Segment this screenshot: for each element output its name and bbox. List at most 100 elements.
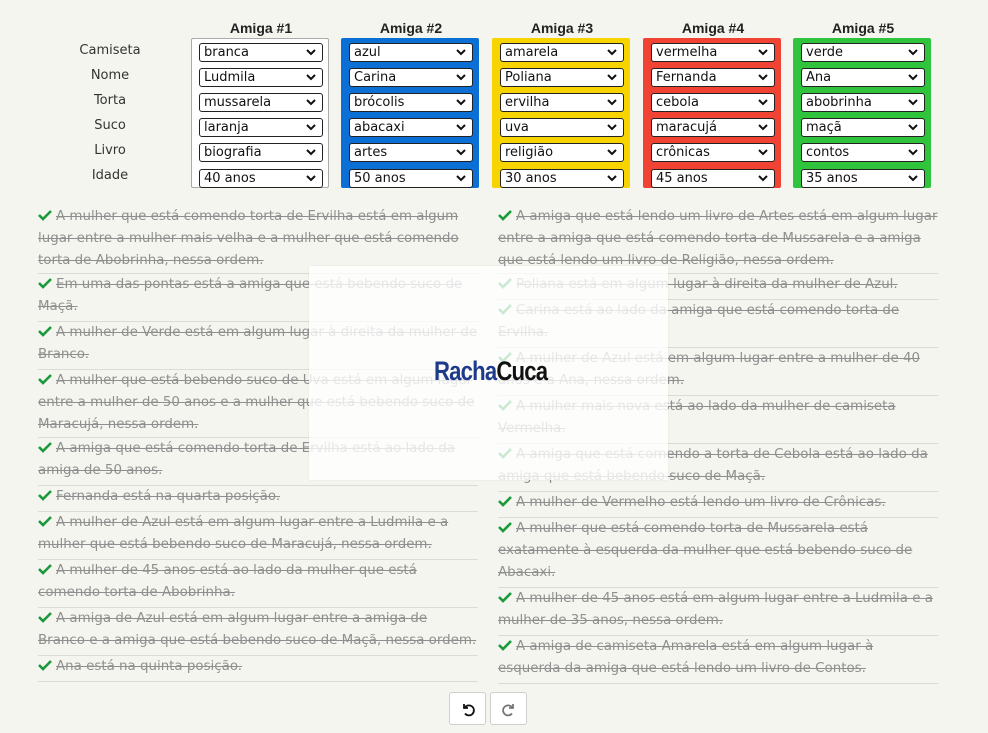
select-value: cebola — [656, 95, 699, 110]
check-icon — [498, 496, 512, 507]
clue-text: A mulher de 45 anos está em algum lugar … — [498, 591, 933, 628]
select-value: maracujá — [656, 120, 717, 135]
check-icon — [38, 490, 52, 501]
select-idade-5[interactable]: 35 anos — [801, 169, 925, 188]
select-camiseta-1[interactable]: branca — [199, 43, 323, 62]
chevron-down-icon — [607, 49, 617, 56]
select-value: biografia — [204, 145, 262, 160]
select-value: 50 anos — [354, 171, 406, 186]
select-livro-3[interactable]: religião — [500, 143, 624, 162]
chevron-down-icon — [306, 99, 316, 106]
clue-item[interactable]: A mulher de Azul está em algum lugar ent… — [38, 512, 478, 560]
check-icon — [38, 210, 52, 221]
select-camiseta-5[interactable]: verde — [801, 43, 925, 62]
chevron-down-icon — [908, 74, 918, 81]
select-value: Ludmila — [204, 70, 256, 85]
clue-item[interactable]: A mulher que está comendo torta de Ervil… — [38, 206, 478, 274]
select-value: Ana — [806, 70, 832, 85]
column-title-5: Amiga #5 — [831, 20, 895, 36]
clue-item[interactable]: A amiga que está lendo um livro de Artes… — [498, 206, 938, 274]
chevron-down-icon — [908, 149, 918, 156]
clue-text: A amiga de Azul está em algum lugar entr… — [38, 611, 477, 648]
select-value: crônicas — [656, 145, 710, 160]
select-value: maçã — [806, 120, 842, 135]
check-icon — [38, 374, 52, 385]
select-suco-5[interactable]: maçã — [801, 118, 925, 137]
select-nome-4[interactable]: Fernanda — [651, 68, 775, 87]
chevron-down-icon — [908, 175, 918, 182]
undo-button[interactable] — [449, 692, 486, 725]
puzzle-grid: Amiga #1 Amiga #2 Amiga #3 Amiga #4 Amiga #5… — [0, 0, 988, 200]
check-icon — [38, 326, 52, 337]
select-livro-1[interactable]: biografia — [199, 143, 323, 162]
select-torta-2[interactable]: brócolis — [349, 93, 473, 112]
check-icon — [38, 442, 52, 453]
select-value: azul — [354, 45, 381, 60]
clue-item[interactable]: A mulher de Vermelho está lendo um livro… — [498, 492, 938, 518]
chevron-down-icon — [456, 74, 466, 81]
select-livro-4[interactable]: crônicas — [651, 143, 775, 162]
select-suco-4[interactable]: maracujá — [651, 118, 775, 137]
select-nome-1[interactable]: Ludmila — [199, 68, 323, 87]
check-icon — [38, 516, 52, 527]
select-livro-2[interactable]: artes — [349, 143, 473, 162]
select-camiseta-4[interactable]: vermelha — [651, 43, 775, 62]
chevron-down-icon — [908, 49, 918, 56]
logo-part-2: Cuca — [496, 356, 548, 386]
select-value: religião — [505, 145, 554, 160]
chevron-down-icon — [456, 99, 466, 106]
select-torta-4[interactable]: cebola — [651, 93, 775, 112]
check-icon — [498, 640, 512, 651]
chevron-down-icon — [456, 124, 466, 131]
clue-item[interactable]: Fernanda está na quarta posição. — [38, 486, 478, 512]
select-suco-3[interactable]: uva — [500, 118, 624, 137]
chevron-down-icon — [607, 99, 617, 106]
select-torta-1[interactable]: mussarela — [199, 93, 323, 112]
chevron-down-icon — [607, 74, 617, 81]
select-idade-4[interactable]: 45 anos — [651, 169, 775, 188]
select-idade-2[interactable]: 50 anos — [349, 169, 473, 188]
select-nome-5[interactable]: Ana — [801, 68, 925, 87]
redo-button[interactable] — [490, 692, 527, 725]
select-idade-1[interactable]: 40 anos — [199, 169, 323, 188]
clue-text: Fernanda está na quarta posição. — [56, 489, 281, 504]
select-value: abacaxi — [354, 120, 405, 135]
row-label-livro: Livro — [94, 143, 126, 158]
select-suco-2[interactable]: abacaxi — [349, 118, 473, 137]
clue-item[interactable]: Ana está na quinta posição. — [38, 656, 478, 682]
select-camiseta-2[interactable]: azul — [349, 43, 473, 62]
chevron-down-icon — [456, 149, 466, 156]
column-title-3: Amiga #3 — [530, 20, 594, 36]
redo-icon — [502, 704, 514, 717]
select-camiseta-3[interactable]: amarela — [500, 43, 624, 62]
clue-text: A mulher de Azul está em algum lugar ent… — [38, 515, 449, 552]
check-icon — [38, 278, 52, 289]
select-value: contos — [806, 145, 850, 160]
select-value: 40 anos — [204, 171, 256, 186]
select-torta-3[interactable]: ervilha — [500, 93, 624, 112]
clue-item[interactable]: A mulher de 45 anos está em algum lugar … — [498, 588, 938, 636]
clue-text: A mulher que está comendo torta de Ervil… — [38, 209, 459, 268]
row-label-nome: Nome — [90, 68, 130, 83]
select-idade-3[interactable]: 30 anos — [500, 169, 624, 188]
select-nome-2[interactable]: Carina — [349, 68, 473, 87]
chevron-down-icon — [306, 175, 316, 182]
select-nome-3[interactable]: Poliana — [500, 68, 624, 87]
clue-item[interactable]: A mulher que está comendo torta de Mussa… — [498, 518, 938, 588]
chevron-down-icon — [456, 49, 466, 56]
chevron-down-icon — [456, 175, 466, 182]
chevron-down-icon — [758, 99, 768, 106]
select-suco-1[interactable]: laranja — [199, 118, 323, 137]
chevron-down-icon — [758, 74, 768, 81]
select-livro-5[interactable]: contos — [801, 143, 925, 162]
undo-icon — [463, 704, 475, 717]
check-icon — [38, 564, 52, 575]
clue-item[interactable]: A mulher de 45 anos está ao lado da mulh… — [38, 560, 478, 608]
clue-item[interactable]: A amiga de Azul está em algum lugar entr… — [38, 608, 478, 656]
select-value: Poliana — [505, 70, 552, 85]
select-torta-5[interactable]: abobrinha — [801, 93, 925, 112]
column-title-4: Amiga #4 — [681, 20, 745, 36]
chevron-down-icon — [758, 175, 768, 182]
clue-item[interactable]: A amiga de camiseta Amarela está em algu… — [498, 636, 938, 684]
amiga-column-2: azul Carina brócolis abacaxi artes 50 anos — [341, 38, 479, 188]
